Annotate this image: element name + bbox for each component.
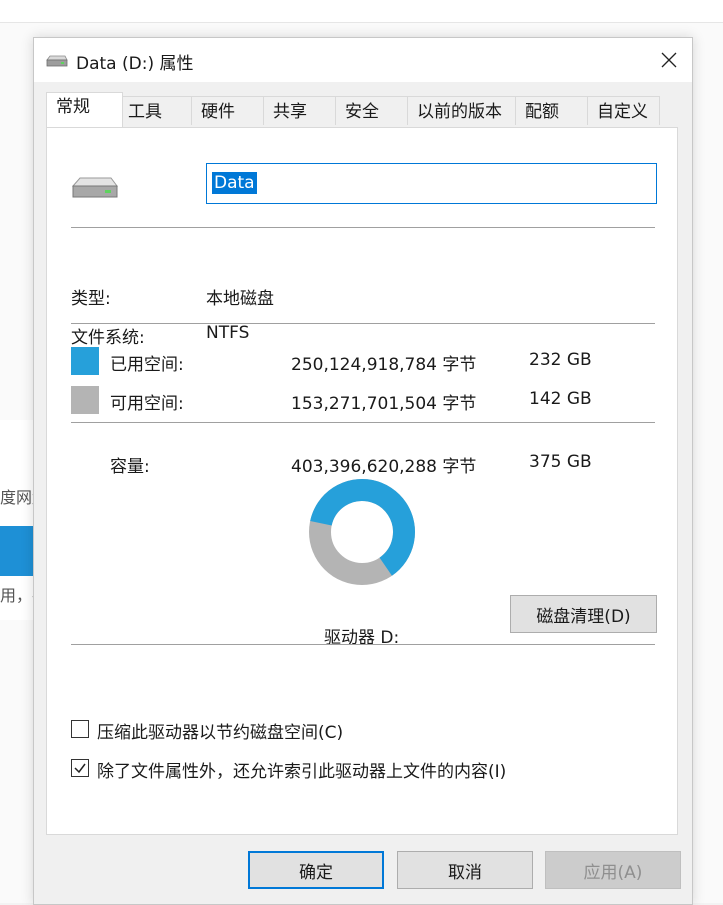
cancel-button[interactable]: 取消 (397, 851, 533, 889)
capacity-size: 375 GB (529, 452, 592, 472)
separator (71, 644, 655, 645)
close-icon (661, 52, 677, 68)
general-tab-panel: Data 类型: 本地磁盘 文件系统: NTFS 已用空间: 250,124,9… (46, 127, 678, 835)
volume-name-input[interactable]: Data (206, 163, 657, 204)
used-space-size: 232 GB (529, 350, 592, 370)
separator (71, 422, 655, 423)
drive-icon (46, 53, 68, 67)
type-label: 类型: (71, 289, 111, 309)
disk-cleanup-button[interactable]: 磁盘清理(D) (510, 595, 657, 633)
index-checkbox[interactable] (71, 759, 89, 777)
separator (71, 323, 655, 324)
filesystem-value: NTFS (206, 323, 250, 343)
used-space-bytes: 250,124,918,784 字节 (291, 355, 477, 375)
tab-tools[interactable]: 工具 (118, 96, 192, 125)
tab-quota[interactable]: 配额 (515, 96, 588, 125)
used-space-label: 已用空间: (110, 355, 184, 375)
index-checkbox-label[interactable]: 除了文件属性外，还允许索引此驱动器上文件的内容(I) (97, 757, 506, 782)
type-value: 本地磁盘 (206, 289, 274, 309)
free-space-swatch (71, 386, 99, 414)
free-space-bytes: 153,271,701,504 字节 (291, 394, 477, 414)
apply-button[interactable]: 应用(A) (545, 851, 681, 889)
checkmark-icon (74, 763, 86, 774)
background-highlight[interactable] (0, 526, 34, 576)
dialog-title: Data (D:) 属性 (76, 54, 194, 74)
capacity-label: 容量: (110, 457, 150, 477)
capacity-bytes: 403,396,620,288 字节 (291, 457, 477, 477)
free-space-label: 可用空间: (110, 394, 184, 414)
tab-previous-versions[interactable]: 以前的版本 (407, 96, 516, 125)
tab-hardware[interactable]: 硬件 (191, 96, 264, 125)
free-space-size: 142 GB (529, 389, 592, 409)
drive-icon (71, 175, 119, 201)
tab-security[interactable]: 安全 (335, 96, 408, 125)
tab-sharing[interactable]: 共享 (263, 96, 336, 125)
compress-checkbox-label[interactable]: 压缩此驱动器以节约磁盘空间(C) (97, 718, 343, 743)
used-space-swatch (71, 347, 99, 375)
filesystem-label: 文件系统: (71, 328, 145, 348)
tab-general[interactable]: 常规 (46, 92, 123, 127)
properties-dialog: Data (D:) 属性 常规 工具 硬件 共享 安全 以前的版本 配额 自定义… (33, 37, 693, 905)
volume-name-text: Data (212, 172, 257, 194)
title-bar[interactable]: Data (D:) 属性 (34, 38, 692, 82)
tab-strip: 常规 工具 硬件 共享 安全 以前的版本 配额 自定义 (46, 92, 678, 127)
tab-customize[interactable]: 自定义 (587, 96, 660, 125)
ok-button[interactable]: 确定 (248, 851, 384, 889)
close-button[interactable] (646, 38, 692, 82)
disk-usage-donut (309, 479, 415, 585)
background-toolbar (0, 0, 723, 23)
separator (71, 227, 655, 228)
compress-checkbox[interactable] (71, 720, 89, 738)
